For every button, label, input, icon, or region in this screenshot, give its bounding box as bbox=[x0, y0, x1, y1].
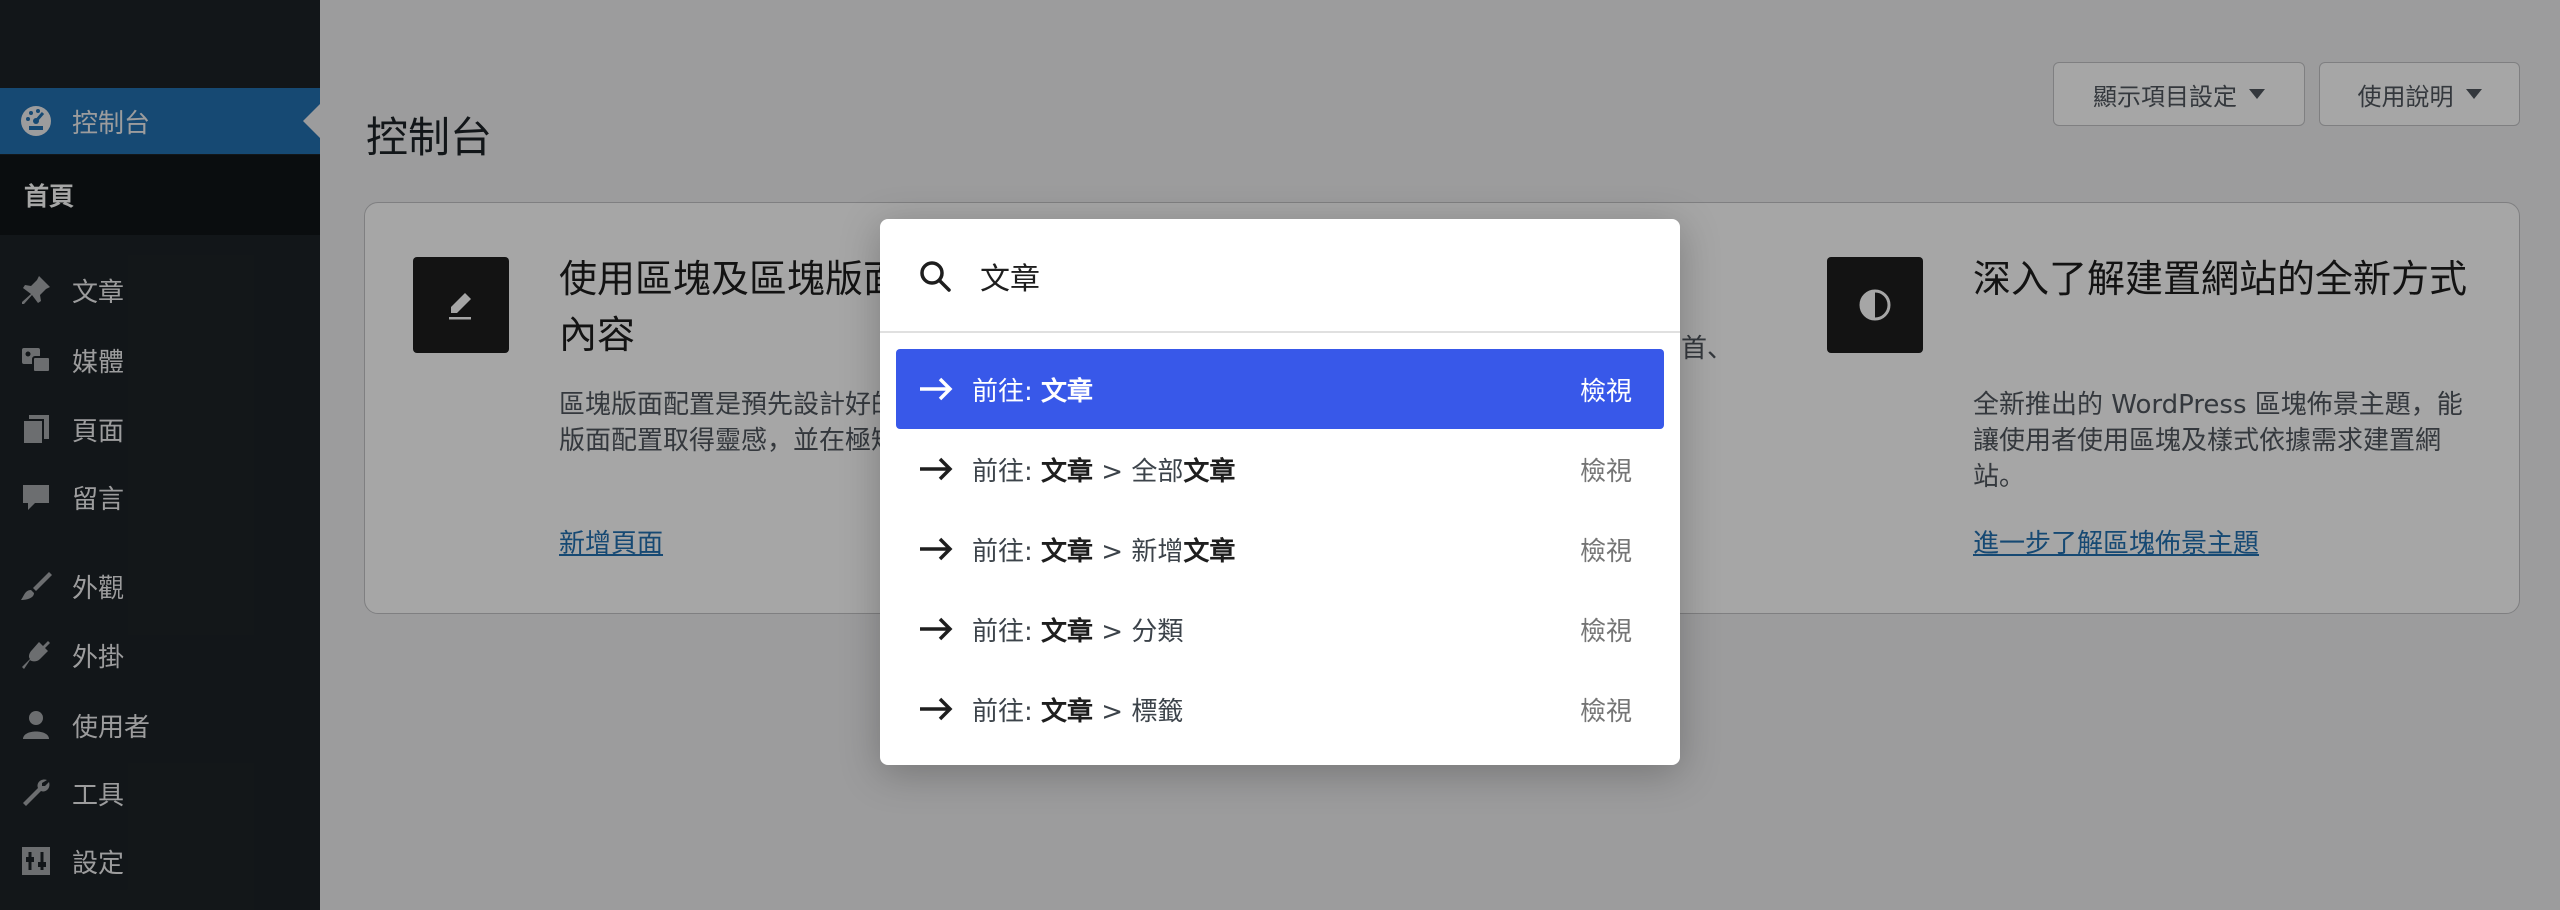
result-label: 前往: 文章 > 新增文章 bbox=[972, 536, 1236, 567]
result-item[interactable]: 前往: 文章 > 標籤 檢視 bbox=[896, 669, 1664, 749]
command-palette: 前往: 文章 檢視 前往: 文章 > 全部文章 檢視 前往: 文章 > 新增文章… bbox=[880, 219, 1680, 765]
result-item[interactable]: 前往: 文章 > 全部文章 檢視 bbox=[896, 429, 1664, 509]
arrow-right-icon bbox=[916, 609, 956, 649]
search-input[interactable] bbox=[980, 249, 1640, 303]
result-label: 前往: 文章 bbox=[972, 376, 1094, 407]
view-label: 檢視 bbox=[1579, 696, 1632, 727]
arrow-right-icon bbox=[916, 369, 956, 409]
search-row bbox=[880, 219, 1680, 333]
result-label: 前往: 文章 > 全部文章 bbox=[972, 456, 1236, 487]
result-item[interactable]: 前往: 文章 > 分類 檢視 bbox=[896, 589, 1664, 669]
result-label: 前往: 文章 > 標籤 bbox=[972, 696, 1184, 727]
arrow-right-icon bbox=[916, 689, 956, 729]
view-label: 檢視 bbox=[1579, 376, 1632, 407]
result-item[interactable]: 前往: 文章 > 新增文章 檢視 bbox=[896, 509, 1664, 589]
result-label: 前往: 文章 > 分類 bbox=[972, 616, 1184, 647]
arrow-right-icon bbox=[916, 449, 956, 489]
view-label: 檢視 bbox=[1579, 536, 1632, 567]
view-label: 檢視 bbox=[1579, 616, 1632, 647]
view-label: 檢視 bbox=[1579, 456, 1632, 487]
result-item[interactable]: 前往: 文章 檢視 bbox=[896, 349, 1664, 429]
search-icon bbox=[916, 257, 954, 295]
arrow-right-icon bbox=[916, 529, 956, 569]
